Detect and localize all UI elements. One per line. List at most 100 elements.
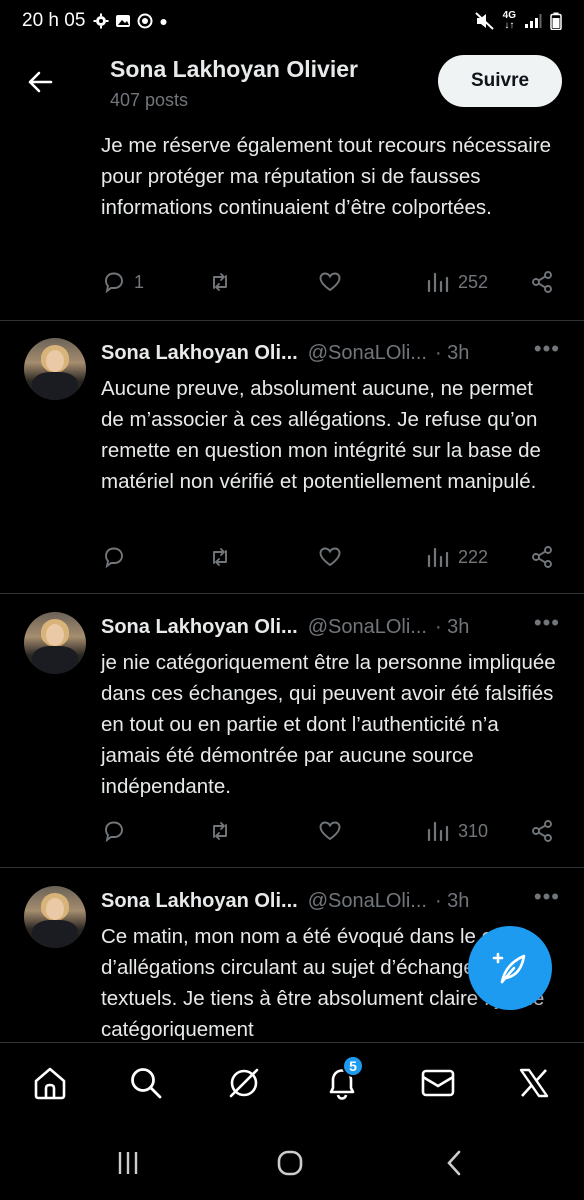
tweet-header: Sona Lakhoyan Oli... @SonaLOli... · 3h [101,890,469,913]
like-button[interactable] [318,270,342,294]
recent-apps-button[interactable] [108,1148,148,1178]
profile-header: Sona Lakhoyan Olivier 407 posts Suivre [0,42,584,120]
reply-icon [105,272,123,294]
repost-button[interactable] [208,545,232,569]
gallery-notification-icon [116,15,131,27]
heart-icon [319,821,341,841]
author-name[interactable]: Sona Lakhoyan Oli... [101,616,298,639]
nav-home[interactable] [30,1063,70,1103]
compose-feather-icon [492,952,526,984]
repost-icon [213,548,227,566]
views-button[interactable]: 222 [426,545,488,569]
post-count: 407 posts [110,90,189,110]
reply-button[interactable] [102,545,126,569]
settings-notification-icon [93,13,109,29]
recent-apps-icon [118,1152,138,1174]
tweet-time: · 3h [434,342,470,364]
battery-icon [550,12,562,30]
signal-icon [525,14,542,28]
reply-count: 1 [134,271,145,292]
nav-grok[interactable] [224,1063,264,1103]
tweet-time: · 3h [434,616,470,638]
tweet-actions: 310 [0,819,584,849]
repost-button[interactable] [208,819,232,843]
repost-icon [213,273,227,291]
x-logo-icon [519,1068,549,1098]
partial-tweet-actions: 1 252 [0,270,584,300]
nav-x[interactable] [514,1063,554,1103]
back-button[interactable] [22,64,58,100]
mute-icon [474,12,494,30]
mail-icon [421,1069,455,1097]
analytics-icon [427,272,449,293]
chat-notification-icon [137,13,153,29]
home-system-button[interactable] [270,1148,310,1178]
author-name[interactable]: Sona Lakhoyan Oli... [101,890,298,913]
arrow-left-icon [28,71,53,93]
tweet[interactable]: Sona Lakhoyan Oli... @SonaLOli... · 3h •… [0,594,584,868]
more-options-button[interactable]: ••• [534,336,560,362]
author-handle: @SonaLOli... [307,890,427,912]
tweet-actions: 222 [0,545,584,575]
view-count: 310 [458,820,489,841]
home-icon [34,1067,66,1100]
author-handle: @SonaLOli... [307,616,427,638]
reply-button[interactable] [102,819,126,843]
share-button[interactable] [530,545,554,569]
network-type: 4G ↓↑ [502,10,516,31]
repost-button[interactable] [208,270,232,294]
view-count: 222 [458,546,489,567]
tweet-header: Sona Lakhoyan Oli... @SonaLOli... · 3h [101,616,469,639]
analytics-icon [427,821,449,842]
tweet-header: Sona Lakhoyan Oli... @SonaLOli... · 3h [101,342,469,365]
reply-button[interactable]: 1 [102,270,144,294]
partial-tweet-text: Je me réserve également tout recours néc… [101,134,552,219]
profile-name: Sona Lakhoyan Olivier [110,56,358,82]
repost-icon [213,822,227,840]
home-circle-icon [277,1150,303,1176]
views-button[interactable]: 252 [426,270,488,294]
share-button[interactable] [530,270,554,294]
analytics-icon [427,547,449,568]
grok-icon [229,1068,259,1098]
avatar[interactable] [24,338,86,400]
nav-search[interactable] [126,1063,166,1103]
share-icon [532,546,552,568]
nav-notifications[interactable]: 5 [322,1055,364,1103]
tweet-feed[interactable]: Je me réserve également tout recours néc… [0,120,584,1042]
tweet-text: je nie catégoriquement être la personne … [101,651,556,798]
reply-icon [105,547,123,569]
tweet-time: · 3h [434,890,470,912]
more-options-button[interactable]: ••• [534,884,560,910]
status-time: 20 h 05 [22,10,86,31]
more-options-button[interactable]: ••• [534,610,560,636]
share-button[interactable] [530,819,554,843]
back-system-button[interactable] [434,1148,474,1178]
bottom-navigation: 5 [0,1042,584,1124]
chevron-left-icon [447,1150,461,1176]
more-icon: ••• [533,336,560,361]
share-icon [532,820,552,842]
tweet-text: Aucune preuve, absolument aucune, ne per… [101,377,541,493]
more-notifications-dot: ● [159,13,168,29]
tweet[interactable]: Sona Lakhoyan Oli... @SonaLOli... · 3h •… [0,320,584,594]
like-button[interactable] [318,819,342,843]
author-name[interactable]: Sona Lakhoyan Oli... [101,342,298,365]
status-bar: 20 h 05 ● 4G ↓↑ [0,0,584,42]
search-icon [131,1068,162,1099]
more-icon: ••• [533,884,560,909]
heart-icon [319,547,341,567]
system-navigation [0,1124,584,1200]
author-handle: @SonaLOli... [307,342,427,364]
like-button[interactable] [318,545,342,569]
share-icon [532,271,552,293]
heart-icon [319,272,341,292]
more-icon: ••• [533,610,560,635]
avatar[interactable] [24,886,86,948]
view-count: 252 [458,271,489,292]
follow-button[interactable]: Suivre [438,55,562,107]
avatar[interactable] [24,612,86,674]
nav-messages[interactable] [418,1063,458,1103]
views-button[interactable]: 310 [426,819,488,843]
compose-button[interactable] [468,926,552,1010]
